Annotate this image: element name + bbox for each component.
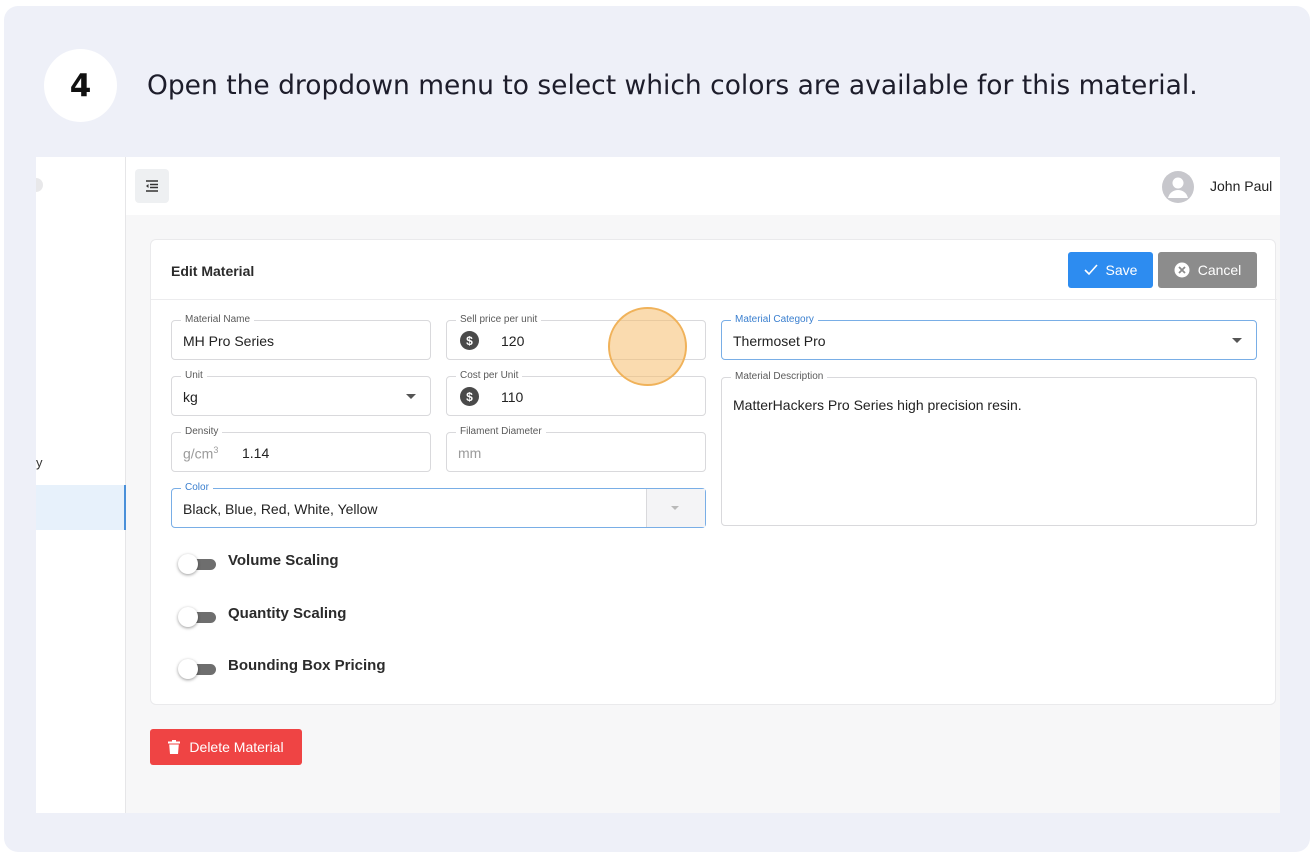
save-button[interactable]: Save	[1068, 252, 1153, 288]
chevron-down-icon[interactable]	[1232, 338, 1242, 343]
volume-scaling-toggle[interactable]	[178, 554, 218, 574]
dollar-icon: $	[460, 331, 479, 350]
filament-diameter-label: Filament Diameter	[456, 426, 546, 438]
collapse-menu-icon	[146, 180, 158, 192]
chevron-down-icon[interactable]	[406, 394, 416, 399]
sell-price-label: Sell price per unit	[456, 314, 542, 326]
filament-diameter-placeholder: mm	[458, 445, 482, 461]
edit-material-card: Edit Material Save Cancel Material Name …	[150, 239, 1277, 705]
sidebar-toggle-pill[interactable]	[36, 178, 43, 192]
color-dropdown-toggle[interactable]	[646, 489, 705, 527]
cancel-button[interactable]: Cancel	[1158, 252, 1257, 288]
cost-per-unit-value: 110	[501, 389, 524, 405]
user-name[interactable]: John Paul	[1210, 178, 1272, 194]
sidebar-item-label-fragment: y	[36, 455, 43, 470]
material-name-field[interactable]: Material Name MH Pro Series	[171, 314, 431, 360]
filament-diameter-field[interactable]: Filament Diameter mm	[446, 426, 706, 472]
unit-select[interactable]: Unit kg	[171, 370, 431, 416]
material-category-label: Material Category	[731, 314, 818, 326]
color-select[interactable]: Color Black, Blue, Red, White, Yellow	[171, 482, 706, 528]
app-screenshot: y John Paul Edit Material Save Cancel Ma…	[36, 157, 1280, 813]
chevron-down-icon[interactable]	[671, 506, 679, 510]
density-label: Density	[181, 426, 223, 438]
cancel-button-label: Cancel	[1197, 262, 1242, 278]
material-description-textarea[interactable]: Material Description MatterHackers Pro S…	[721, 371, 1257, 526]
check-icon	[1083, 264, 1098, 276]
bounding-box-pricing-toggle[interactable]	[178, 659, 218, 679]
menu-toggle-button[interactable]	[135, 169, 169, 203]
cost-per-unit-field[interactable]: Cost per Unit $ 110	[446, 370, 706, 416]
save-button-label: Save	[1105, 262, 1138, 278]
divider	[151, 299, 1277, 300]
unit-label: Unit	[181, 370, 207, 382]
color-label: Color	[181, 482, 213, 494]
material-name-value: MH Pro Series	[183, 333, 275, 349]
step-instruction: Open the dropdown menu to select which c…	[147, 70, 1198, 101]
unit-value: kg	[183, 389, 198, 405]
user-icon	[1168, 177, 1188, 198]
step-number-badge: 4	[44, 49, 117, 122]
density-field[interactable]: Density g/cm3 1.14	[171, 426, 431, 472]
material-category-value: Thermoset Pro	[733, 333, 826, 349]
delete-material-label: Delete Material	[189, 739, 284, 755]
sidebar: y	[36, 157, 126, 813]
color-value: Black, Blue, Red, White, Yellow	[183, 501, 378, 517]
density-value: 1.14	[242, 445, 270, 461]
material-description-label: Material Description	[731, 371, 828, 383]
avatar[interactable]	[1162, 171, 1194, 203]
cost-per-unit-label: Cost per Unit	[456, 370, 523, 382]
quantity-scaling-label: Quantity Scaling	[228, 605, 347, 622]
card-title: Edit Material	[171, 263, 255, 279]
dollar-icon: $	[460, 387, 479, 406]
trash-icon	[168, 740, 181, 754]
bounding-box-pricing-label: Bounding Box Pricing	[228, 657, 386, 674]
click-highlight-marker	[608, 307, 687, 386]
material-description-value: MatterHackers Pro Series high precision …	[733, 397, 1022, 413]
delete-material-button[interactable]: Delete Material	[150, 729, 302, 765]
quantity-scaling-toggle[interactable]	[178, 607, 218, 627]
sidebar-item-active[interactable]	[36, 485, 126, 530]
close-circle-icon	[1174, 262, 1190, 278]
sell-price-value: 120	[501, 333, 525, 349]
density-unit: g/cm3	[183, 445, 219, 462]
material-category-select[interactable]: Material Category Thermoset Pro	[721, 314, 1257, 360]
volume-scaling-label: Volume Scaling	[228, 552, 339, 569]
material-name-label: Material Name	[181, 314, 255, 326]
top-bar: John Paul	[126, 157, 1280, 215]
